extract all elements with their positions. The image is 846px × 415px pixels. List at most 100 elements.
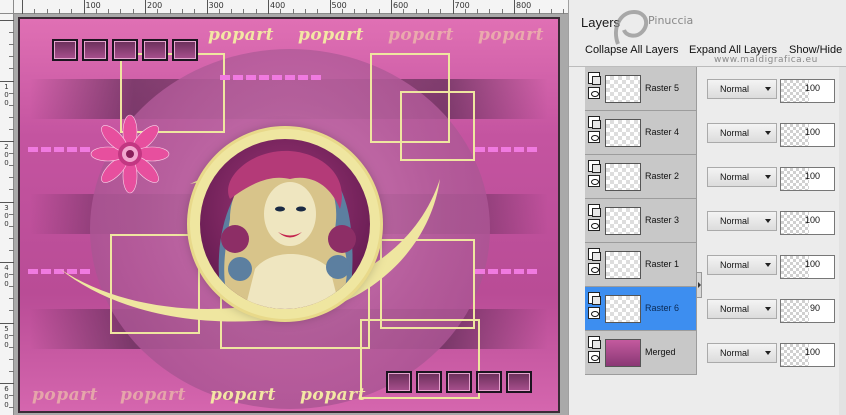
scrollbar[interactable] <box>839 67 846 415</box>
ruler-minor-tick <box>9 44 14 46</box>
opacity-slider[interactable]: 100 <box>780 167 835 191</box>
ruler-tick <box>0 383 14 384</box>
layer-row[interactable]: Raster 5 Normal 100 <box>569 67 846 111</box>
ruler-minor-tick <box>34 9 36 14</box>
vertical-ruler: 100 200 300 400 500 600 <box>0 0 14 415</box>
blend-mode-select[interactable]: Normal <box>707 299 777 319</box>
layer-card[interactable]: Raster 5 <box>585 67 697 111</box>
blend-mode-select[interactable]: Normal <box>707 343 777 363</box>
blend-mode-select[interactable]: Normal <box>707 79 777 99</box>
layer-thumbnail <box>605 75 641 103</box>
image-canvas[interactable]: popart popart popart popart popart popar… <box>18 17 560 413</box>
layer-row[interactable]: Raster 1 Normal 100 <box>569 243 846 287</box>
layer-card-selected[interactable]: Raster 6 <box>585 287 697 331</box>
layer-thumbnail <box>605 207 641 235</box>
ruler-label: 600 <box>393 1 409 10</box>
opacity-slider[interactable]: 100 <box>780 343 835 367</box>
ruler-tick <box>452 0 454 14</box>
ruler-tick <box>329 0 331 14</box>
ruler-minor-tick <box>292 9 294 14</box>
layer-name: Merged <box>645 347 676 357</box>
layer-link-icon[interactable] <box>588 248 601 261</box>
ruler-label: 100 <box>4 82 9 107</box>
layer-link-icon[interactable] <box>588 116 601 129</box>
layer-link-icon[interactable] <box>588 204 601 217</box>
layer-row[interactable]: Raster 2 Normal 100 <box>569 155 846 199</box>
layer-icons <box>588 248 602 275</box>
ruler-tick <box>0 322 14 324</box>
popart-text: popart <box>478 25 544 45</box>
ruler-minor-tick <box>71 9 73 14</box>
panel-collapse-handle[interactable] <box>696 272 702 298</box>
deco-square <box>386 371 412 393</box>
ruler-minor-tick <box>501 9 503 14</box>
ruler-tick <box>391 0 392 14</box>
yellow-frame <box>400 91 475 161</box>
ruler-minor-tick <box>415 9 417 14</box>
visibility-eye-icon[interactable] <box>588 175 600 187</box>
ruler-minor-tick <box>132 9 134 14</box>
opacity-value: 100 <box>804 127 820 137</box>
visibility-eye-icon[interactable] <box>588 263 600 275</box>
deco-square <box>172 39 198 61</box>
layer-icons <box>588 116 602 143</box>
layer-card[interactable]: Raster 2 <box>585 155 697 199</box>
opacity-slider[interactable]: 100 <box>780 255 835 279</box>
opacity-slider[interactable]: 90 <box>780 299 835 323</box>
visibility-eye-icon[interactable] <box>588 87 600 99</box>
visibility-eye-icon[interactable] <box>588 307 600 319</box>
dropdown-arrow-icon <box>765 219 771 223</box>
dropdown-arrow-icon <box>765 263 771 267</box>
ruler-label: 700 <box>454 1 470 10</box>
ruler-label: 600 <box>4 385 9 409</box>
layer-row[interactable]: Merged Normal 100 <box>569 331 846 375</box>
opacity-slider[interactable]: 100 <box>780 123 835 147</box>
ruler-minor-tick <box>243 9 245 14</box>
opacity-slider[interactable]: 100 <box>780 211 835 235</box>
ruler-minor-tick <box>9 177 14 179</box>
layer-row[interactable]: Raster 6 Normal 90 <box>569 287 846 331</box>
visibility-eye-icon[interactable] <box>588 351 600 363</box>
deco-square <box>506 371 532 393</box>
opacity-slider[interactable]: 100 <box>780 79 835 103</box>
visibility-eye-icon[interactable] <box>588 131 600 143</box>
ruler-minor-tick <box>440 9 442 14</box>
ruler-minor-tick <box>9 68 14 70</box>
popart-text: popart <box>208 25 274 45</box>
layer-row[interactable]: Raster 3 Normal 100 <box>569 199 846 243</box>
popart-text: popart <box>300 385 366 405</box>
ruler-minor-tick <box>169 9 171 14</box>
deco-square <box>112 39 138 61</box>
blend-mode-select[interactable]: Normal <box>707 211 777 231</box>
dot-strip <box>475 147 537 152</box>
layer-icons <box>588 160 602 187</box>
layer-link-icon[interactable] <box>588 292 601 305</box>
ruler-label: 400 <box>4 264 9 288</box>
blend-mode-select[interactable]: Normal <box>707 255 777 275</box>
canvas-viewport[interactable]: 100 200 300 400 500 600 700 800 100 200 300 400 500… <box>0 0 568 415</box>
ruler-minor-tick <box>9 249 14 251</box>
layer-card[interactable]: Merged <box>585 331 697 375</box>
layer-card[interactable]: Raster 1 <box>585 243 697 287</box>
opacity-value: 100 <box>804 83 820 93</box>
ruler-minor-tick <box>231 9 233 14</box>
layer-link-icon[interactable] <box>588 336 601 349</box>
popart-text: popart <box>210 385 276 405</box>
ruler-minor-tick <box>255 9 257 14</box>
visibility-eye-icon[interactable] <box>588 219 600 231</box>
blend-mode-select[interactable]: Normal <box>707 167 777 187</box>
opacity-value: 100 <box>804 215 820 225</box>
ruler-minor-tick <box>9 56 14 58</box>
layer-card[interactable]: Raster 3 <box>585 199 697 243</box>
dropdown-arrow-icon <box>765 87 771 91</box>
layer-row[interactable]: Raster 4 Normal 100 <box>569 111 846 155</box>
blend-mode-select[interactable]: Normal <box>707 123 777 143</box>
ruler-label: 400 <box>270 1 286 10</box>
layer-link-icon[interactable] <box>588 72 601 85</box>
dropdown-arrow-icon <box>765 131 771 135</box>
horizontal-ruler: 100 200 300 400 500 600 700 800 <box>0 0 568 14</box>
layer-link-icon[interactable] <box>588 160 601 173</box>
blend-mode-value: Normal <box>720 128 750 138</box>
layer-card[interactable]: Raster 4 <box>585 111 697 155</box>
dot-strip <box>220 75 321 80</box>
